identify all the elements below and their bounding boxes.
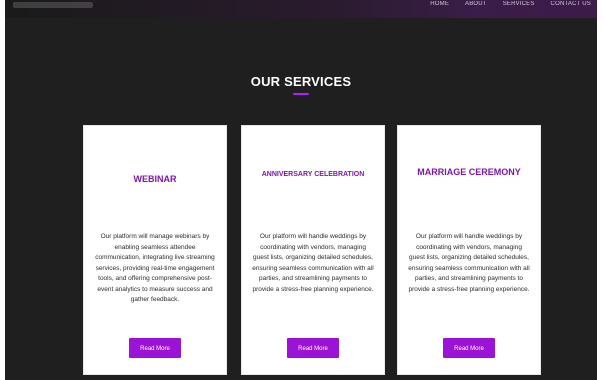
card-title: ANNIVERSARY CELEBRATION	[261, 171, 365, 178]
service-card-marriage: MARRIAGE CEREMONY Our platform will hand…	[397, 125, 541, 375]
services-cards: WEBINAR Our platform will manage webinar…	[83, 125, 541, 375]
card-description: Our platform will handle weddings by coo…	[252, 233, 374, 293]
card-description: Our platform will handle weddings by coo…	[408, 233, 530, 293]
read-more-button[interactable]: Read More	[129, 338, 181, 358]
card-description: Our platform will manage webinars by ena…	[95, 233, 215, 303]
main-nav: HOME ABOUT SERVICES CONTACT US	[430, 0, 591, 12]
brand-logo	[13, 2, 93, 8]
nav-contact-us[interactable]: CONTACT US	[551, 0, 591, 12]
nav-home[interactable]: HOME	[430, 0, 449, 12]
service-card-anniversary: ANNIVERSARY CELEBRATION Our platform wil…	[241, 125, 385, 375]
read-more-button[interactable]: Read More	[443, 338, 495, 358]
page-frame: HOME ABOUT SERVICES CONTACT US OUR SERVI…	[5, 0, 597, 380]
section-title: OUR SERVICES	[250, 74, 352, 89]
nav-about[interactable]: ABOUT	[465, 0, 487, 12]
card-title: WEBINAR	[133, 174, 177, 184]
title-underline	[293, 93, 309, 95]
nav-services[interactable]: SERVICES	[503, 0, 535, 12]
top-navigation-bar: HOME ABOUT SERVICES CONTACT US	[5, 0, 597, 18]
card-title: MARRIAGE CEREMONY	[417, 167, 521, 177]
read-more-button[interactable]: Read More	[287, 338, 339, 358]
service-card-webinar: WEBINAR Our platform will manage webinar…	[83, 125, 227, 375]
